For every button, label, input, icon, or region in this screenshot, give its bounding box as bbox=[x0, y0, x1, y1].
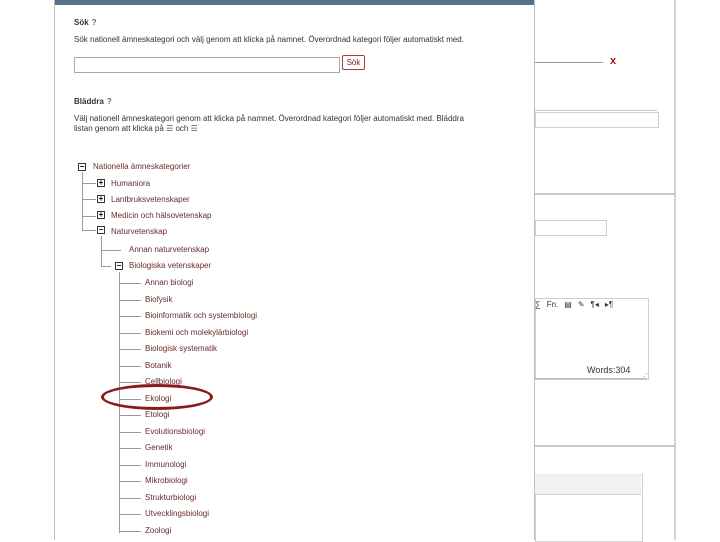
tree-node-medicin[interactable]: Medicin och hälsovetenskap bbox=[111, 211, 212, 221]
search-help-icon[interactable]: ? bbox=[92, 18, 97, 27]
tree-line-level2 bbox=[101, 236, 102, 267]
tree-connector bbox=[119, 349, 141, 350]
tree-node-biology-item[interactable]: Immunologi bbox=[145, 460, 186, 470]
edit-icon[interactable]: ✎ bbox=[578, 300, 585, 309]
background-field-2[interactable] bbox=[535, 220, 607, 236]
search-heading-text: Sök bbox=[74, 18, 89, 27]
tree-node-biology-item[interactable]: Bioinformatik och systembiologi bbox=[145, 311, 257, 321]
left-gutter bbox=[0, 0, 54, 540]
sum-icon[interactable]: ∑ bbox=[535, 300, 541, 309]
tree-connector bbox=[82, 183, 96, 184]
collapse-icon: ☰ bbox=[190, 124, 198, 133]
subject-category-dialog: Sök? Sök nationell ämneskategori och väl… bbox=[54, 0, 535, 540]
table-icon[interactable]: ▤ bbox=[564, 300, 572, 309]
expand-lantbruk-icon[interactable]: + bbox=[97, 195, 105, 203]
tree-connector bbox=[82, 216, 96, 217]
background-input[interactable] bbox=[535, 50, 603, 63]
browse-description-line2: listan genom att klicka på bbox=[74, 124, 164, 133]
tree-node-biology-item[interactable]: Biologisk systematik bbox=[145, 344, 217, 354]
browse-description: Välj nationell ämneskategori genom att k… bbox=[74, 114, 524, 134]
tree-node-biology-item[interactable]: Biokemi och molekylärbiologi bbox=[145, 328, 248, 338]
tree-connector bbox=[119, 431, 141, 433]
background-divider bbox=[535, 110, 657, 111]
resize-grip-icon[interactable]: ⋰ bbox=[640, 372, 648, 381]
tree-node-biology-item[interactable]: Biofysik bbox=[145, 295, 173, 305]
tree-connector bbox=[119, 299, 141, 301]
expand-humaniora-icon[interactable]: + bbox=[97, 179, 105, 187]
background-border bbox=[674, 0, 676, 540]
ltr-icon[interactable]: ¶◂ bbox=[591, 300, 599, 309]
expand-icon: ☰ bbox=[166, 124, 174, 133]
tree-connector bbox=[119, 332, 141, 334]
tree-node-biology-item[interactable]: Evolutionsbiologi bbox=[145, 427, 205, 437]
tree-node-biologiska[interactable]: Biologiska vetenskaper bbox=[129, 261, 211, 271]
tree-node-biology-item[interactable]: Etologi bbox=[145, 410, 169, 420]
tree-connector bbox=[119, 382, 141, 383]
tree-node-biology-item[interactable]: Utvecklingsbiologi bbox=[145, 509, 209, 519]
tree-node-naturvetenskap[interactable]: Naturvetenskap bbox=[111, 227, 167, 237]
browse-heading: Bläddra? bbox=[74, 97, 112, 106]
tree-node-lantbruk[interactable]: Lantbruksvetenskaper bbox=[111, 195, 190, 205]
tree-node-biology-item[interactable]: Mikrobiologi bbox=[145, 476, 188, 486]
search-button[interactable]: Sök bbox=[342, 55, 365, 70]
tree-connector bbox=[101, 266, 111, 267]
rtl-icon[interactable]: ▸¶ bbox=[605, 300, 613, 309]
background-right-strip bbox=[675, 0, 720, 540]
background-field[interactable] bbox=[535, 112, 659, 128]
browse-help-icon[interactable]: ? bbox=[107, 97, 112, 106]
background-page bbox=[535, 0, 675, 540]
search-heading: Sök? bbox=[74, 18, 97, 27]
tree-node-root[interactable]: Nationella ämneskategorier bbox=[93, 162, 190, 172]
search-input[interactable] bbox=[74, 57, 340, 73]
background-editor-bottom bbox=[535, 378, 647, 379]
footnote-icon[interactable]: Fn. bbox=[547, 300, 559, 309]
tree-node-biology-item[interactable]: Botanik bbox=[145, 361, 172, 371]
tree-connector bbox=[119, 481, 141, 482]
background-separator bbox=[535, 193, 675, 195]
background-close-icon[interactable]: x bbox=[610, 55, 616, 67]
tree-connector bbox=[119, 464, 141, 466]
background-separator-2 bbox=[535, 445, 675, 447]
collapse-biologiska-icon[interactable]: − bbox=[115, 262, 123, 270]
tree-connector bbox=[82, 199, 96, 200]
tree-line-level1 bbox=[82, 172, 83, 230]
tree-connector bbox=[119, 415, 141, 416]
tree-node-annan-naturvetenskap[interactable]: Annan naturvetenskap bbox=[129, 245, 209, 255]
tree-connector bbox=[119, 530, 141, 532]
browse-description-and: och bbox=[175, 124, 189, 133]
tree-node-biology-item[interactable]: Genetik bbox=[145, 443, 173, 453]
tree-node-biology-item[interactable]: Zoologi bbox=[145, 526, 171, 536]
tree-connector bbox=[119, 514, 141, 515]
tree-node-humaniora[interactable]: Humaniora bbox=[111, 179, 150, 189]
background-table-header bbox=[535, 474, 641, 495]
dialog-title-bar bbox=[55, 0, 534, 5]
tree-connector bbox=[101, 250, 121, 251]
collapse-naturvetenskap-icon[interactable]: − bbox=[97, 226, 105, 234]
tree-node-biology-item[interactable]: Strukturbiologi bbox=[145, 493, 196, 503]
tree-node-biology-item[interactable]: Annan biologi bbox=[145, 278, 193, 288]
expand-medicin-icon[interactable]: + bbox=[97, 211, 105, 219]
tree-connector bbox=[119, 448, 141, 449]
tree-connector bbox=[119, 283, 141, 284]
word-count: Words:304 bbox=[587, 365, 631, 375]
tree-connector bbox=[119, 316, 141, 317]
tree-connector bbox=[119, 497, 141, 499]
browse-description-line1: Välj nationell ämneskategori genom att k… bbox=[74, 114, 464, 123]
tree-connector bbox=[119, 365, 141, 367]
background-editor-toolbar: ∑ Fn. ▤ ✎ ¶◂ ▸¶ bbox=[535, 300, 647, 318]
tree-connector bbox=[82, 230, 96, 231]
search-description: Sök nationell ämneskategori och välj gen… bbox=[74, 35, 464, 44]
highlight-ring bbox=[101, 384, 213, 410]
browse-heading-text: Bläddra bbox=[74, 97, 104, 106]
collapse-root-icon[interactable]: − bbox=[78, 163, 86, 171]
